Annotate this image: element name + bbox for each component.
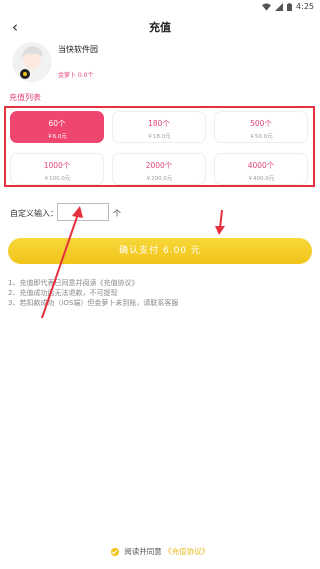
custom-input-label: 自定义输入： xyxy=(10,209,58,218)
agreement-row[interactable]: 阅读并同意 《充值协议》 xyxy=(0,546,320,557)
status-time: 4:25 xyxy=(296,2,314,11)
annotation-arrow-right xyxy=(215,209,225,235)
wifi-icon xyxy=(262,2,272,11)
custom-amount-input[interactable] xyxy=(57,203,109,221)
balance-text: 金萝卜 0.0个 xyxy=(58,72,94,79)
custom-input-unit: 个 xyxy=(113,209,121,218)
signal-icon xyxy=(275,2,284,11)
status-bar: 4:25 xyxy=(0,0,320,14)
recharge-list-label: 充值列表 xyxy=(9,93,41,102)
page-title: 充值 xyxy=(149,21,171,34)
note-line: 2、充值成功后无法退款，不可提现 xyxy=(8,289,118,297)
avatar[interactable] xyxy=(12,42,52,82)
confirm-pay-button[interactable]: 确认支付 6.00 元 xyxy=(8,238,312,264)
note-line: 1、充值即代表已同意并阅读《充值协议》 xyxy=(8,279,139,287)
agreement-text: 阅读并同意 xyxy=(124,547,162,556)
annotation-highlight-box xyxy=(4,106,315,187)
recharge-notes: 1、充值即代表已同意并阅读《充值协议》 2、充值成功后无法退款，不可提现 3、若… xyxy=(8,278,178,308)
username: 当快软件园 xyxy=(58,45,98,54)
checkmark-icon[interactable] xyxy=(110,548,119,556)
app-bar: ‹ 充值 xyxy=(0,14,320,42)
note-line: 3、若扣款成功（iOS端）但金萝卜未到账，请联系客服 xyxy=(8,299,179,307)
battery-icon xyxy=(287,2,293,11)
agreement-link[interactable]: 《充值协议》 xyxy=(164,547,209,556)
